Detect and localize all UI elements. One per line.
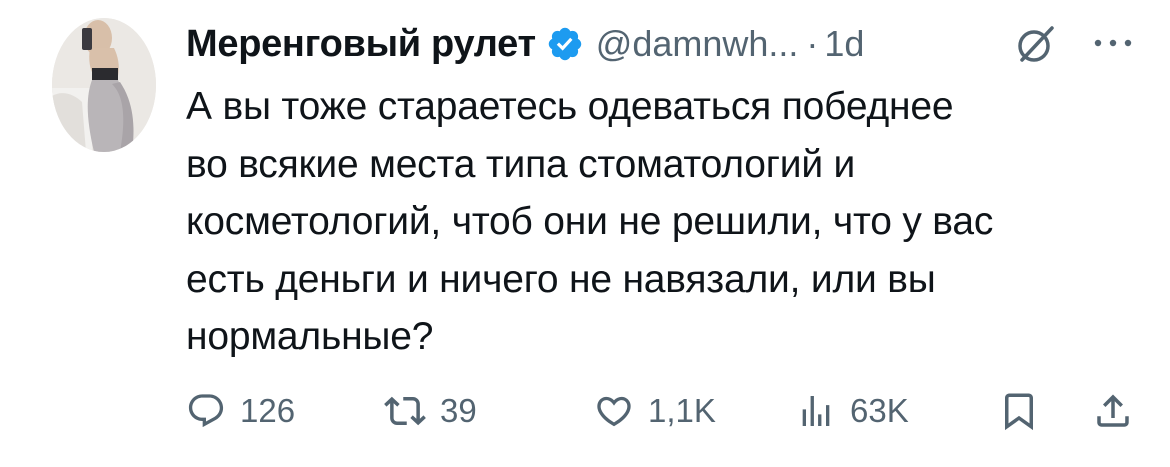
retweet-icon — [384, 396, 426, 426]
bookmark-button[interactable] — [998, 386, 1040, 436]
bookmark-icon — [1005, 393, 1033, 431]
avatar-photo — [52, 18, 156, 152]
tweet-text-line: есть деньги и ничего не навязали, или вы — [186, 257, 936, 301]
share-button[interactable] — [1092, 386, 1134, 436]
tweet-text-line: косметологий, чтоб они не решили, что у … — [186, 200, 994, 243]
display-name[interactable]: Меренговый рулет — [186, 23, 536, 66]
verified-badge-icon — [546, 25, 584, 63]
like-button[interactable]: 1,1K — [594, 386, 716, 436]
heart-icon — [597, 396, 631, 427]
grok-icon[interactable] — [1012, 20, 1060, 68]
reply-count: 126 — [240, 392, 296, 429]
views-button[interactable]: 63K — [796, 386, 909, 436]
share-icon — [1097, 394, 1129, 427]
separator-dot: · — [806, 23, 819, 64]
more-options-icon[interactable] — [1090, 30, 1136, 56]
timestamp[interactable]: 1d — [824, 23, 864, 65]
tweet-header: Меренговый рулет @damnwh... · 1d — [186, 16, 864, 72]
retweet-count: 39 — [440, 392, 477, 429]
action-bar: 126 39 1,1K 63K — [0, 380, 1170, 440]
views-icon — [802, 396, 830, 426]
tweet-text: А вы тоже стараетесь одеваться победнее … — [186, 78, 1146, 366]
reply-button[interactable]: 126 — [186, 386, 295, 436]
views-count: 63K — [850, 392, 909, 429]
tweet-text-line: А вы тоже стараетесь одеваться победнее — [186, 85, 954, 128]
like-count: 1,1K — [648, 392, 716, 429]
tweet-card[interactable]: Меренговый рулет @damnwh... · 1d А вы то… — [0, 0, 1170, 467]
user-handle[interactable]: @damnwh... — [596, 23, 799, 65]
avatar[interactable] — [52, 18, 156, 152]
tweet-text-line: во всякие места типа стоматологий и — [186, 142, 856, 186]
tweet-text-line: нормальные? — [186, 315, 434, 358]
reply-icon — [188, 394, 224, 428]
retweet-button[interactable]: 39 — [384, 386, 477, 436]
